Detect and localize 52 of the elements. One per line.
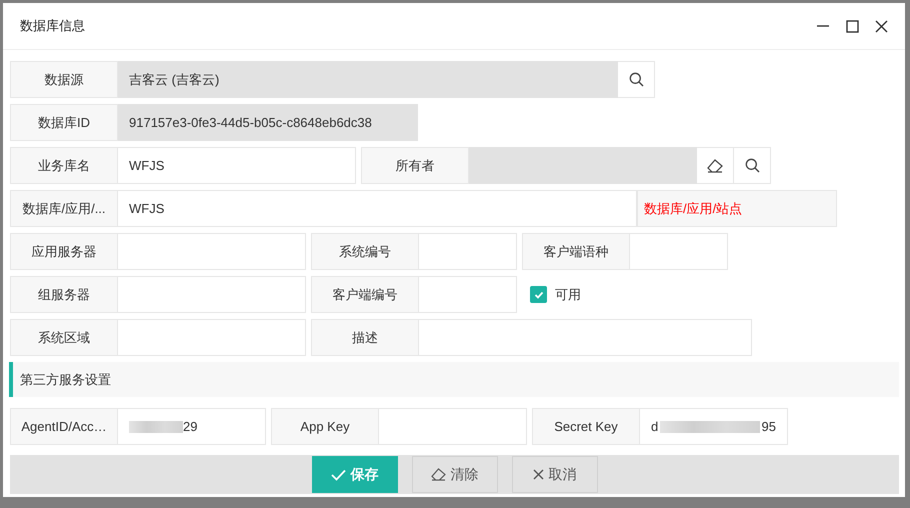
clear-button[interactable]: 清除 xyxy=(412,456,498,494)
field-label: 数据库ID xyxy=(10,104,118,142)
field-label: AgentID/Acc… xyxy=(10,408,118,446)
input-field[interactable] xyxy=(118,276,306,314)
field-label: 应用服务器 xyxy=(10,233,118,270)
input-field[interactable] xyxy=(118,319,306,356)
input-field[interactable] xyxy=(419,319,752,356)
maximize-icon[interactable] xyxy=(846,20,859,33)
clear-button[interactable] xyxy=(697,147,734,184)
field-value: 29 xyxy=(183,419,198,434)
field-value: 95 xyxy=(762,419,776,434)
input-field[interactable] xyxy=(118,233,306,270)
field-label: Secret Key xyxy=(532,408,640,446)
field-label: 组服务器 xyxy=(10,276,118,314)
section-title: 第三方服务设置 xyxy=(20,370,111,389)
checkbox[interactable] xyxy=(530,286,547,304)
input-field[interactable]: 29 xyxy=(118,408,266,446)
cancel-button[interactable]: 取消 xyxy=(512,456,598,494)
input-field[interactable] xyxy=(419,233,517,270)
field-label: 客户端编号 xyxy=(311,276,419,314)
check-icon xyxy=(330,468,346,481)
close-icon xyxy=(532,469,544,480)
field-value: d xyxy=(651,419,658,434)
window-title: 数据库信息 xyxy=(20,17,85,36)
input-field[interactable] xyxy=(419,276,517,314)
field-label: 数据库/应用/... xyxy=(10,190,118,228)
input-field[interactable] xyxy=(630,233,728,270)
input-field[interactable]: 917157e3-0fe3-44d5-b05c-c8648eb6dc38 xyxy=(118,104,418,142)
input-field[interactable]: WFJS xyxy=(118,190,637,228)
eraser-icon xyxy=(707,158,723,173)
input-field[interactable]: WFJS xyxy=(118,147,356,184)
field-label: 客户端语种 xyxy=(522,233,630,270)
field-label: 数据源 xyxy=(10,61,118,98)
search-button[interactable] xyxy=(734,147,771,184)
search-button[interactable] xyxy=(618,61,655,98)
field-label: 系统编号 xyxy=(311,233,419,270)
search-icon xyxy=(744,158,760,174)
input-field[interactable] xyxy=(469,147,697,184)
redaction-mark xyxy=(129,420,183,433)
input-field[interactable]: d 95 xyxy=(640,408,788,446)
field-label: 描述 xyxy=(311,319,419,356)
input-field[interactable]: 吉客云 (吉客云) xyxy=(118,61,618,98)
eraser-icon xyxy=(430,468,446,482)
field-label: 系统区域 xyxy=(10,319,118,356)
field-label: 所有者 xyxy=(361,147,469,184)
search-icon xyxy=(628,72,644,88)
field-label: App Key xyxy=(271,408,379,446)
hint-text: 数据库/应用/站点 xyxy=(637,190,837,228)
close-icon[interactable] xyxy=(875,20,888,33)
field-label: 业务库名 xyxy=(10,147,118,184)
input-field[interactable] xyxy=(379,408,527,446)
checkbox-label: 可用 xyxy=(555,286,581,304)
